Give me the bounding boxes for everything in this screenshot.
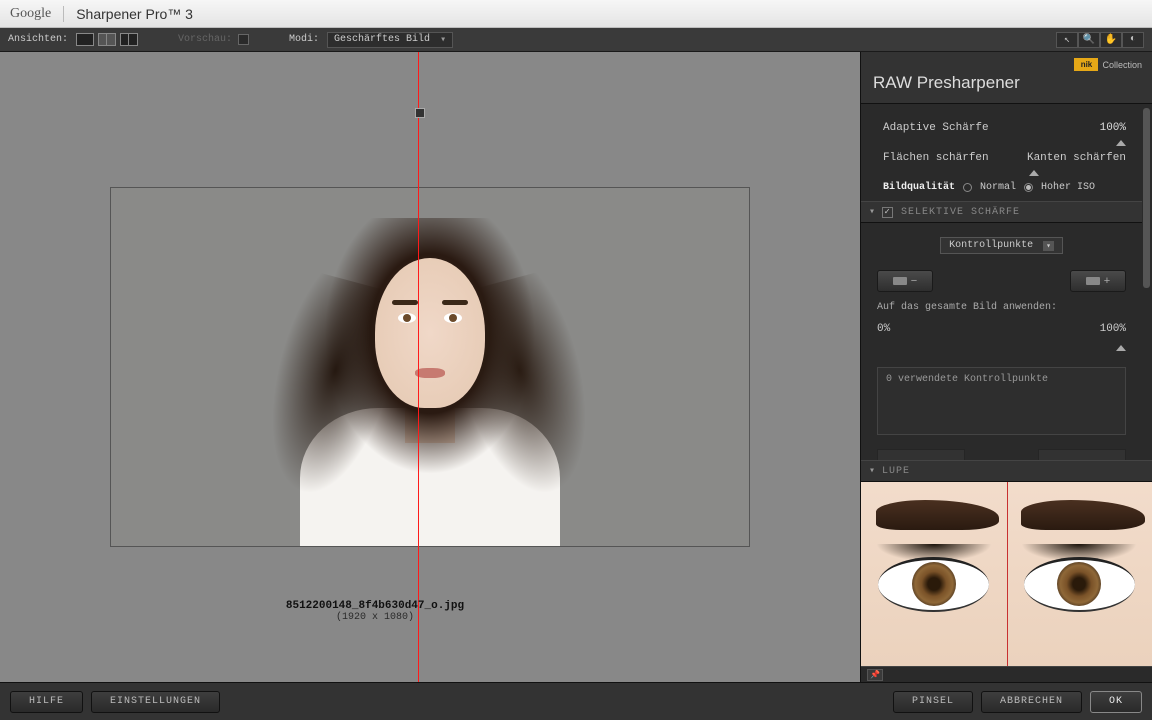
lupe-pin-button[interactable]: 📌 xyxy=(867,669,883,681)
areas-edges-slider[interactable] xyxy=(883,170,1126,178)
view-single-button[interactable] xyxy=(76,33,94,46)
titlebar-separator xyxy=(63,6,64,22)
footer: HILFE EINSTELLUNGEN PINSEL ABBRECHEN OK xyxy=(0,682,1152,720)
cancel-button[interactable]: ABBRECHEN xyxy=(981,691,1082,713)
app-title: Sharpener Pro™ 3 xyxy=(76,6,193,22)
quality-row: Bildqualität Normal Hoher ISO xyxy=(883,182,1126,193)
toolbar: Ansichten: Vorschau: Modi: Geschärftes B… xyxy=(0,28,1152,52)
view-side-button[interactable] xyxy=(120,33,138,46)
sidebar-title: RAW Presharpener xyxy=(873,73,1140,93)
mode-value: Geschärftes Bild xyxy=(334,34,430,45)
sidebar-scroll: Adaptive Schärfe 100% Flächen schärfen K… xyxy=(861,104,1152,460)
apply-slider[interactable] xyxy=(877,345,1126,353)
control-point-icon xyxy=(1086,277,1100,285)
nik-logo-icon: nik xyxy=(1074,58,1098,71)
plus-icon: + xyxy=(1104,275,1110,287)
chevron-down-icon: ▾ xyxy=(869,465,876,477)
brush-button[interactable]: PINSEL xyxy=(893,691,973,713)
preview-checkbox[interactable] xyxy=(238,34,249,45)
settings-button[interactable]: EINSTELLUNGEN xyxy=(91,691,220,713)
cp-action-buttons xyxy=(877,449,1126,460)
canvas-area[interactable]: 8512200148_8f4b630d47_o.jpg (1920 x 1080… xyxy=(0,52,860,682)
chevron-down-icon: ▾ xyxy=(869,206,876,218)
ok-button[interactable]: OK xyxy=(1090,691,1142,713)
remove-control-point-button[interactable]: − xyxy=(877,270,933,292)
split-handle[interactable] xyxy=(415,108,425,118)
nik-collection-label: Collection xyxy=(1102,60,1142,70)
sidebar: nik Collection RAW Presharpener Adaptive… xyxy=(860,52,1152,682)
minus-icon: − xyxy=(911,275,917,287)
mode-label: Modi: xyxy=(289,34,319,45)
pan-tool[interactable]: ✋ xyxy=(1100,32,1122,48)
preview-group: Vorschau: xyxy=(178,34,249,45)
control-point-buttons: − + xyxy=(877,270,1126,292)
sharpening-panel: Adaptive Schärfe 100% Flächen schärfen K… xyxy=(861,104,1142,201)
quality-highiso-label: Hoher ISO xyxy=(1041,182,1095,193)
control-points-label: Kontrollpunkte xyxy=(949,240,1033,251)
titlebar: Google Sharpener Pro™ 3 xyxy=(0,0,1152,28)
control-points-dropdown[interactable]: Kontrollpunkte ▾ xyxy=(940,237,1063,254)
lupe-section-header[interactable]: ▾ LUPE xyxy=(861,460,1152,482)
selective-section-header[interactable]: ▾ ✓ SELEKTIVE SCHÄRFE xyxy=(861,201,1142,223)
mode-group: Modi: Geschärftes Bild ▾ xyxy=(289,32,453,48)
view-split-button[interactable] xyxy=(98,33,116,46)
app-window: Google Sharpener Pro™ 3 Ansichten: Vorsc… xyxy=(0,0,1152,720)
apply-label: Auf das gesamte Bild anwenden: xyxy=(877,302,1126,313)
lupe-footer: 📌 xyxy=(861,666,1152,682)
adaptive-value: 100% xyxy=(1100,122,1126,134)
main: 8512200148_8f4b630d47_o.jpg (1920 x 1080… xyxy=(0,52,1152,682)
quality-normal-label: Normal xyxy=(980,182,1016,193)
apply-min: 0% xyxy=(877,323,890,335)
edges-label: Kanten schärfen xyxy=(1027,152,1126,164)
areas-label: Flächen schärfen xyxy=(883,152,989,164)
filename-label: 8512200148_8f4b630d47_o.jpg xyxy=(0,600,750,612)
add-control-point-button[interactable]: + xyxy=(1070,270,1126,292)
view-buttons xyxy=(76,33,138,46)
adaptive-slider[interactable] xyxy=(883,140,1126,148)
nik-badge: nik Collection xyxy=(1074,58,1142,71)
adaptive-label: Adaptive Schärfe xyxy=(883,122,989,134)
apply-max: 100% xyxy=(1100,323,1126,335)
preview-label: Vorschau: xyxy=(178,34,232,45)
apply-range: 0% 100% xyxy=(877,323,1126,335)
quality-normal-radio[interactable] xyxy=(963,183,972,192)
selective-panel: Kontrollpunkte ▾ − + Auf das gesamte Bil… xyxy=(861,223,1142,460)
pointer-tool[interactable]: ↖ xyxy=(1056,32,1078,48)
quality-label: Bildqualität xyxy=(883,182,955,193)
lupe-preview[interactable] xyxy=(861,482,1152,666)
duplicate-button[interactable] xyxy=(877,449,965,460)
background-tool[interactable]: ◐ xyxy=(1122,32,1144,48)
google-logo: Google xyxy=(10,6,51,22)
control-points-list: 0 verwendete Kontrollpunkte xyxy=(877,367,1126,435)
chevron-down-icon: ▾ xyxy=(1043,241,1054,251)
control-point-icon xyxy=(893,277,907,285)
sidebar-header: nik Collection RAW Presharpener xyxy=(861,52,1152,104)
filename-block: 8512200148_8f4b630d47_o.jpg (1920 x 1080… xyxy=(0,600,860,623)
delete-button[interactable] xyxy=(1038,449,1126,460)
dimensions-label: (1920 x 1080) xyxy=(0,612,750,623)
zoom-tool[interactable]: 🔍 xyxy=(1078,32,1100,48)
lupe-divider xyxy=(1007,482,1008,666)
preview-image[interactable] xyxy=(110,187,750,547)
split-divider[interactable] xyxy=(418,52,419,682)
selective-checkbox[interactable]: ✓ xyxy=(882,207,893,218)
help-button[interactable]: HILFE xyxy=(10,691,83,713)
points-used-label: 0 verwendete Kontrollpunkte xyxy=(886,374,1048,385)
chevron-down-icon: ▾ xyxy=(440,34,446,46)
mode-dropdown[interactable]: Geschärftes Bild ▾ xyxy=(327,32,453,48)
toolbar-right: ↖ 🔍 ✋ ◐ xyxy=(1056,32,1144,48)
lupe-title: LUPE xyxy=(882,466,910,477)
quality-highiso-radio[interactable] xyxy=(1024,183,1033,192)
views-label: Ansichten: xyxy=(8,34,68,45)
scrollbar[interactable] xyxy=(1143,108,1150,288)
selective-title: SELEKTIVE SCHÄRFE xyxy=(901,207,1020,218)
